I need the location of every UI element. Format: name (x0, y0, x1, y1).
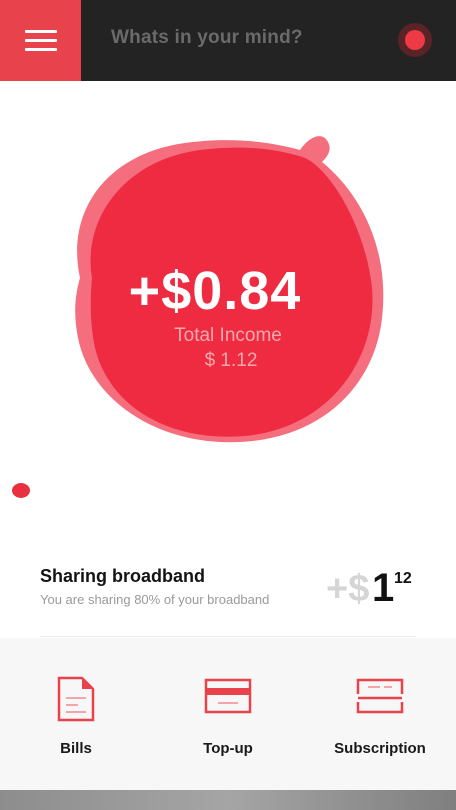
page-indicator-dot (12, 483, 30, 498)
search-prompt[interactable]: Whats in your mind? (111, 27, 303, 49)
earnings-integer: 1 (372, 566, 395, 610)
bottom-edge (0, 790, 456, 810)
total-income-value: $ 1.12 (204, 350, 258, 371)
earnings-decimal: 12 (394, 570, 412, 587)
earnings-sign: +$ (326, 568, 370, 610)
record-button[interactable] (398, 23, 432, 57)
top-bar: Whats in your mind? (0, 0, 456, 81)
app-screen: Whats in your mind? +$0.84 Total Income … (0, 0, 456, 810)
nav-subscription[interactable]: Subscription (304, 638, 456, 790)
nav-bills-label: Bills (60, 740, 92, 757)
record-dot-icon (405, 30, 425, 50)
divider (40, 636, 416, 637)
nav-subscription-label: Subscription (334, 740, 426, 757)
card-icon (204, 676, 252, 721)
nav-bills[interactable]: Bills (0, 638, 152, 790)
nav-top-up[interactable]: Top-up (152, 638, 304, 790)
total-income-label: Total Income (174, 325, 282, 346)
sharing-title: Sharing broadband (40, 566, 206, 586)
nav-top-up-label: Top-up (203, 740, 253, 757)
subscription-card-icon (356, 676, 404, 721)
menu-button[interactable] (0, 0, 81, 81)
total-income-amount: +$0.84 (128, 261, 302, 321)
document-icon (56, 676, 96, 727)
sharing-description: You are sharing 80% of your broadband (40, 592, 270, 607)
bottom-navigation: Bills Top-up Subscription (0, 638, 456, 790)
